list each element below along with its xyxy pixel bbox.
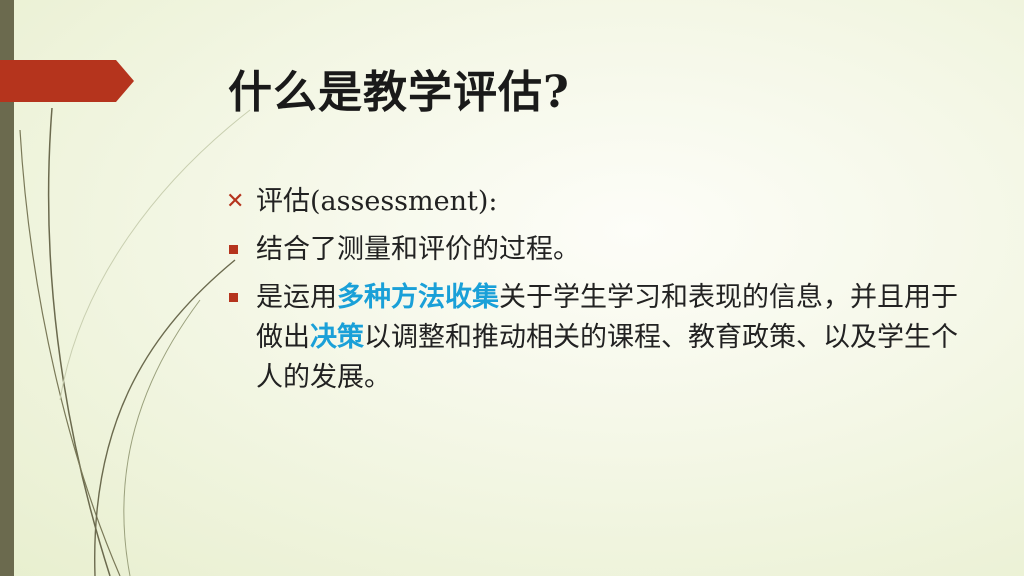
slide-title: 什么是教学评估? xyxy=(228,67,570,118)
bullet-text: 结合了测量和评价的过程。 xyxy=(256,234,580,265)
highlighted-phrase: 决策 xyxy=(310,322,364,353)
list-item: 是运用多种方法收集关于学生学习和表现的信息，并且用于做出决策以调整和推动相关的课… xyxy=(226,278,966,398)
highlighted-phrase: 多种方法收集 xyxy=(337,282,499,313)
title-arrow-icon xyxy=(0,60,134,102)
list-item: ✕ 评估(assessment): xyxy=(226,182,966,222)
bullet-text: 评估(assessment): xyxy=(256,186,498,217)
square-bullet-icon xyxy=(226,278,246,318)
x-marker-icon: ✕ xyxy=(226,189,245,214)
bullet-list: ✕ 评估(assessment): 结合了测量和评价的过程。 是运用多种方法收集… xyxy=(226,182,966,406)
bullet-text-part: 是运用 xyxy=(256,282,337,313)
square-bullet-icon xyxy=(226,230,246,270)
list-item: 结合了测量和评价的过程。 xyxy=(226,230,966,270)
